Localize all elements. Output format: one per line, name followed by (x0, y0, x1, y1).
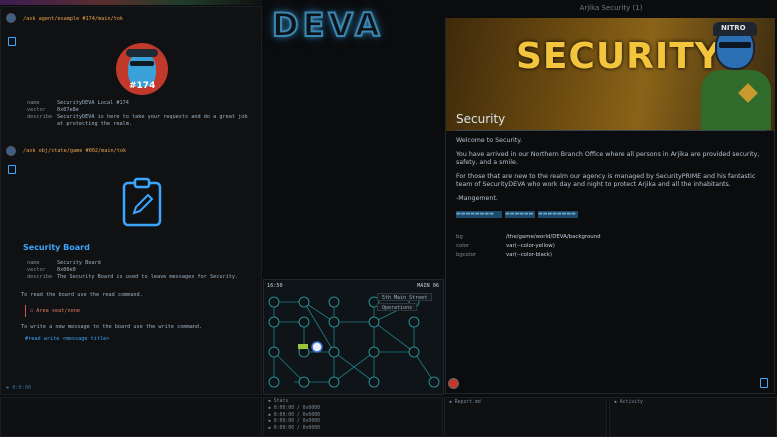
board-info-table: name Security Board vector 0x00e0 describe… (27, 260, 252, 281)
board-write-hint: To write a new message to the board use … (21, 324, 203, 330)
bottom-panel-report: ▪ Report.md (444, 397, 607, 437)
agent-avatar: #174 (116, 43, 168, 95)
panel-footer-status: ▪ 0:0:00 (6, 385, 31, 391)
security-paragraph-arrival: You have arrived in our Northern Branch … (456, 151, 760, 166)
security-paragraph-signoff: -Mangement. (456, 195, 498, 202)
stats-line: ▪ 0:00:00 / 0x0000 (268, 405, 320, 411)
security-paragraph-welcome: Welcome to Security. (456, 137, 523, 144)
board-row-describe: describe The Security Board is used to le… (27, 274, 239, 280)
clipboard-edit-icon (122, 177, 162, 227)
agent-terminal-panel: /ask agent/example #174/main/tok #174 na… (0, 6, 262, 395)
map-time-right: MAIN 06 (417, 283, 439, 289)
agent-row-describe: describe SecurityDEVA is here to take you… (27, 114, 248, 127)
stats-list: ▪ Stats ▪ 0:00:00 / 0x0000 ▪ 0:00:00 / 0… (268, 399, 320, 433)
agent-row-name: name SecurityDEVA Local #174 (27, 100, 129, 106)
security-avatar-small[interactable] (448, 378, 459, 389)
mascot-cap-label: NITRO (721, 24, 746, 32)
data-table: bg/the/game/world/DEVA/background color v… (456, 233, 766, 260)
agent-command-line: /ask agent/example #174/main/tok (23, 16, 123, 22)
board-row-vector: vector 0x00e0 (27, 267, 76, 273)
data-table-header: ▬▬▬▬▬▬▬▬ ▬▬▬▬▬▬ ▬▬▬▬▬▬▬▬ (456, 211, 766, 230)
agent-avatar-small[interactable] (6, 13, 16, 23)
stats-line: ▪ 0:00:00 / 0x0000 (268, 426, 320, 432)
deva-logo: DEVA (271, 5, 384, 45)
bottom-panel-stats: ▪ Stats ▪ 0:00:00 / 0x0000 ▪ 0:00:00 / 0… (263, 397, 443, 437)
heading-divider (456, 130, 766, 131)
agent-info-table: name SecurityDEVA Local #174 vector 0x07e8… (27, 100, 252, 128)
security-content: Security Welcome to Security. You have a… (456, 112, 766, 260)
map-location-button[interactable]: 5th Main Street (377, 293, 433, 301)
stats-line: ▪ Stats (268, 399, 289, 404)
table-row: color var(--color-yellow) (456, 243, 555, 249)
agent-doc-icon[interactable] (8, 37, 16, 46)
agent-row-vector: vector 0x07e8e (27, 107, 79, 113)
board-command-line: /ask obj/state/game #002/main/tok (23, 148, 127, 154)
board-row-name: name Security Board (27, 260, 101, 266)
board-empty-notice: ☐ Area seat/none (25, 305, 257, 317)
security-banner-title: SECURITY (516, 36, 722, 77)
bottom-panel-activity: ▪ Activity (609, 397, 777, 437)
security-heading: Security (456, 112, 506, 126)
city-map-panel[interactable]: 16:50 MAIN 06 5th Main Street Operations (263, 279, 444, 395)
table-header-cell: ▬▬▬▬▬▬▬▬ (456, 211, 502, 218)
table-row: bg/the/game/world/DEVA/background (456, 234, 601, 240)
table-row: bgcolor var(--color-black) (456, 252, 552, 258)
agent-avatar-badge: #174 (129, 81, 156, 91)
map-time-left: 16:50 (267, 283, 283, 289)
security-window-title: Arjika Security (1) (579, 4, 643, 12)
board-write-example[interactable]: #read write <message title> (25, 336, 109, 342)
report-label: ▪ Report.md (449, 400, 481, 405)
top-accent-strip (0, 0, 262, 5)
board-read-hint: To read the board use the read command. (21, 292, 143, 298)
board-title: Security Board (23, 243, 90, 252)
security-paragraph-team: For those that are new to the realm our … (456, 173, 756, 188)
clipboard-small-icon[interactable] (760, 378, 768, 388)
map-operations-button[interactable]: Operations (377, 303, 418, 311)
activity-label: ▪ Activity (614, 400, 643, 405)
table-header-cell: ▬▬▬▬▬▬ (505, 211, 535, 218)
table-header-cell: ▬▬▬▬▬▬▬▬ (538, 211, 578, 218)
bottom-panel-left (0, 397, 262, 437)
board-avatar-small[interactable] (6, 146, 16, 156)
board-doc-icon[interactable] (8, 165, 16, 174)
